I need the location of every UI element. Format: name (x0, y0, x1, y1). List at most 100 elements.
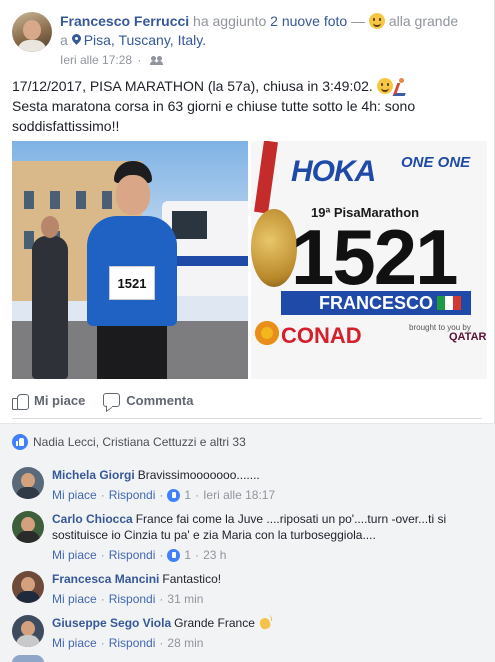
comments-section: Michela Giorgi Bravissimooooooo....... Mi… (0, 459, 495, 662)
avatar-shirt (17, 40, 47, 52)
smile-emoji-icon (368, 13, 385, 29)
bib-sheet: HOKA ONE ONE 19ª PisaMarathon 1521 FRANC… (251, 141, 487, 379)
meta-dot: · (100, 592, 105, 606)
avatar[interactable] (12, 571, 44, 603)
smile-emoji-icon (376, 78, 393, 94)
comment-meta: Mi piace · Rispondi · 1 · 23 h (52, 547, 487, 563)
comment-time[interactable]: 23 h (203, 547, 226, 563)
comment-reply-link[interactable]: Rispondi (109, 547, 156, 563)
comment-body: Giuseppe Sego Viola Grande France Mi piac… (52, 615, 487, 651)
at-text: a (60, 32, 72, 48)
avatar-head (21, 577, 35, 592)
like-count-icon (167, 488, 181, 502)
comment-body: Carlo Chiocca France fai come la Juve ...… (52, 511, 487, 563)
comment-body: Francesca Mancini Fantastico! Mi piace · R… (52, 571, 487, 607)
location-pin-icon (72, 34, 81, 46)
photo-runner: 1521 (82, 161, 182, 379)
location-link[interactable]: Pisa, Tuscany, Italy. (84, 32, 206, 48)
actions-divider (12, 418, 482, 419)
comment-author[interactable]: Giuseppe Sego Viola (52, 616, 171, 630)
medal-ribbon (254, 141, 278, 214)
like-reaction-icon (12, 433, 28, 450)
comment-text: Fantastico! (162, 572, 222, 586)
avatar-head (21, 621, 35, 636)
runner-emoji-icon (393, 78, 407, 94)
feeling-text: alla grande (384, 13, 459, 29)
comment-meta: Mi piace · Rispondi · 1 · Ieri alle 18:17 (52, 487, 487, 503)
author-name-link[interactable]: Francesco Ferrucci (60, 13, 189, 29)
comment-meta: Mi piace · Rispondi · 28 min (52, 635, 487, 651)
runner-legs (97, 326, 167, 379)
avatar-body (16, 591, 40, 603)
bib-brand: HOKA (291, 155, 376, 188)
meta-dot: · (100, 488, 105, 502)
bib-number: 1521 (291, 213, 459, 301)
photo-runner-with-medal[interactable]: 1521 (12, 141, 248, 379)
bib-sponsor: CONAD (281, 323, 362, 348)
comment-button[interactable]: Commenta (103, 386, 193, 414)
avatar-face (23, 20, 41, 40)
avatar-body (16, 531, 40, 543)
meta-dot: · (100, 636, 105, 650)
avatar[interactable] (12, 511, 44, 543)
action-text: ha aggiunto (189, 13, 271, 29)
comment-like-count[interactable]: 1 (184, 487, 191, 503)
comment-text: Bravissimooooooo....... (137, 468, 260, 482)
runner-head (116, 175, 150, 215)
reaction-names[interactable]: Nadia Lecci, Cristiana Cettuzzi e altri … (33, 435, 246, 449)
comment-reply-link[interactable]: Rispondi (109, 591, 156, 607)
bib-brand-sub: ONE ONE (401, 154, 471, 171)
post-text: 17/12/2017, PISA MARATHON (la 57a), chiu… (12, 76, 482, 136)
meta-separator: · (137, 53, 142, 67)
avatar-head (21, 473, 35, 488)
comment-text: Grande France (174, 616, 255, 630)
next-comment-avatar (12, 655, 44, 662)
post-actions: Mi piace Commenta (12, 386, 482, 414)
meta-dot: · (159, 548, 164, 562)
comment-like-count[interactable]: 1 (184, 547, 191, 563)
friends-audience-icon[interactable] (149, 56, 163, 65)
like-count-icon (167, 548, 181, 562)
meta-dot: · (100, 548, 105, 562)
comment-author[interactable]: Michela Giorgi (52, 468, 135, 482)
comment-body: Michela Giorgi Bravissimooooooo....... Mi… (52, 467, 487, 503)
comment-label: Commenta (126, 392, 194, 408)
post-header: Francesco Ferrucci ha aggiunto 2 nuove f… (12, 12, 486, 72)
photo-race-bib[interactable]: HOKA ONE ONE 19ª PisaMarathon 1521 FRANC… (251, 141, 487, 379)
runner-bib-number: 1521 (109, 266, 155, 300)
comment-like-link[interactable]: Mi piace (52, 547, 97, 563)
photos-link[interactable]: 2 nuove foto (270, 13, 347, 29)
post-meta: Ieri alle 17:28 · (60, 51, 486, 70)
meta-dot: · (195, 548, 200, 562)
post-headline: Francesco Ferrucci ha aggiunto 2 nuove f… (60, 12, 486, 70)
post-timestamp[interactable]: Ieri alle 17:28 (60, 53, 132, 67)
italy-flag-icon (437, 296, 461, 310)
comment-like-link[interactable]: Mi piace (52, 591, 97, 607)
reactions-summary[interactable]: Nadia Lecci, Cristiana Cettuzzi e altri … (0, 423, 495, 459)
avatar-head (21, 517, 35, 532)
comment-like-link[interactable]: Mi piace (52, 635, 97, 651)
waving-hand-emoji-icon (258, 615, 273, 629)
comment-time[interactable]: Ieri alle 18:17 (203, 487, 275, 503)
comment-meta: Mi piace · Rispondi · 31 min (52, 591, 487, 607)
meta-dot: · (159, 488, 164, 502)
feed-post: Francesco Ferrucci ha aggiunto 2 nuove f… (0, 0, 495, 662)
comment-reply-link[interactable]: Rispondi (109, 487, 156, 503)
avatar[interactable] (12, 467, 44, 499)
author-avatar[interactable] (12, 12, 52, 52)
comment-time[interactable]: 28 min (167, 635, 203, 651)
comment-reply-link[interactable]: Rispondi (109, 635, 156, 651)
comment-time[interactable]: 31 min (167, 591, 203, 607)
sponsor-flower-icon (255, 321, 279, 345)
post-text-line2: Sesta maratona corsa in 63 giorni e chiu… (12, 98, 416, 134)
meta-dot: · (159, 636, 164, 650)
avatar[interactable] (12, 615, 44, 647)
meta-dot: · (159, 592, 164, 606)
avatar-body (16, 635, 40, 647)
comment-author[interactable]: Carlo Chiocca (52, 512, 133, 526)
comment-author[interactable]: Francesca Mancini (52, 572, 159, 586)
building-window (24, 191, 34, 209)
comment-like-link[interactable]: Mi piace (52, 487, 97, 503)
photo-bystander (32, 216, 68, 379)
like-button[interactable]: Mi piace (12, 386, 85, 414)
